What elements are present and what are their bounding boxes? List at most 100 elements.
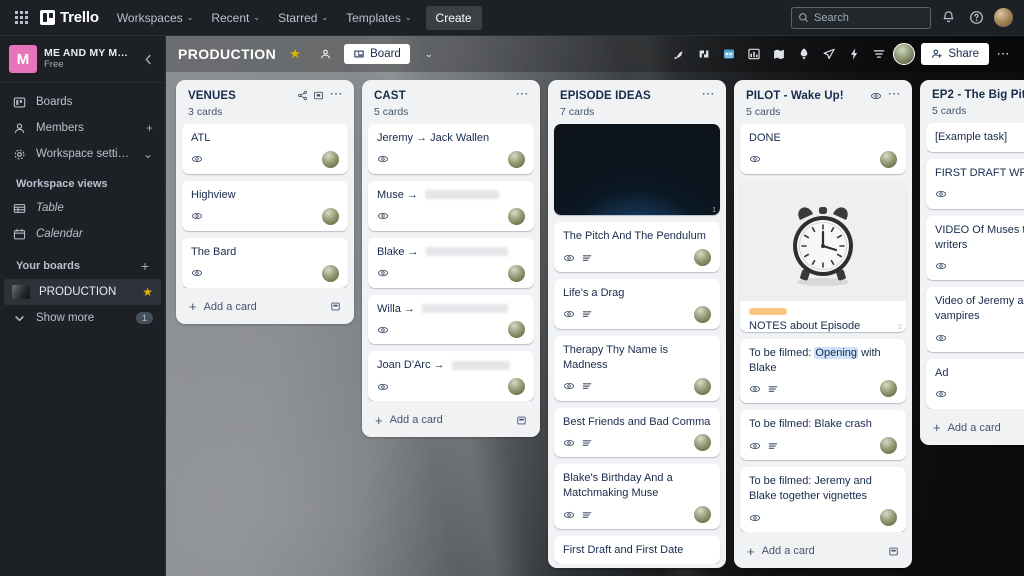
search-icon [799,13,808,22]
avatar[interactable] [508,321,525,339]
avatar[interactable] [880,380,897,398]
add-card-button[interactable]: + Add a card [924,415,1024,441]
nav-recent[interactable]: Recent ⌄ [203,6,268,30]
card[interactable]: Blake → [368,237,534,288]
butler-calendar-icon[interactable] [718,43,740,65]
board-view-selector[interactable]: Board [344,44,410,64]
help-circle-icon[interactable] [965,7,987,29]
list-menu-icon[interactable]: ⋯ [515,87,531,102]
card-template-icon[interactable] [516,415,527,426]
sidebar-view-table[interactable]: Table [4,195,161,221]
sidebar-item-members[interactable]: Members + [4,115,161,141]
sidebar-view-calendar[interactable]: Calendar [4,221,161,247]
card[interactable]: Best Friends and Bad Comma [554,407,720,458]
avatar[interactable] [322,207,339,225]
card-template-icon[interactable] [888,546,899,557]
workspace-header[interactable]: M ME AND MY MUSE Free [0,36,165,83]
star-filled-icon[interactable]: ★ [142,285,153,299]
card[interactable]: Video of Jeremy and the vampires [926,287,1024,353]
add-member-button[interactable]: + [146,121,153,135]
avatar[interactable] [322,264,339,282]
card[interactable]: Willa → [368,294,534,345]
card[interactable]: Life's a Drag [554,279,720,329]
board-thumbnail [12,285,30,299]
filter-icon[interactable] [868,43,890,65]
sidebar-nav: Boards Members + Workspace settings ⌄ Wo… [0,83,165,331]
card-template-icon[interactable] [330,301,341,312]
share-button[interactable]: Share [921,43,989,65]
avatar[interactable] [322,150,339,168]
map-icon[interactable] [768,43,790,65]
card[interactable]: Therapy Thy Name is Madness [554,335,720,401]
avatar[interactable] [694,377,711,395]
card[interactable]: Jeremy → Jack Wallen [368,124,534,174]
avatar[interactable] [508,378,525,396]
automation-icon[interactable] [668,43,690,65]
sidebar-item-boards[interactable]: Boards [4,89,161,115]
nav-starred[interactable]: Starred ⌄ [270,6,336,30]
card[interactable]: FIRST DRAFT WRITTEN [926,158,1024,209]
avatar[interactable] [508,150,525,168]
card[interactable]: The Bard [182,237,348,288]
board-member-avatar[interactable] [893,43,916,65]
card[interactable]: To be filmed: Opening with Blake [740,338,906,404]
avatar[interactable] [694,506,711,524]
card-label-orange[interactable] [749,307,787,315]
card[interactable]: Ad [926,359,1024,409]
avatar[interactable] [694,305,711,323]
eye-icon[interactable] [870,90,882,102]
card-notes-about-episode[interactable]: NOTES about Episode Jun 1, 2022 - Dec 2,… [740,180,906,332]
nav-templates[interactable]: Templates ⌄ [338,6,419,30]
card[interactable]: The Pitch And The Pendulum [554,222,720,273]
add-card-button[interactable]: + Add a card [180,294,350,320]
sidebar-board-production[interactable]: PRODUCTION ★ [4,279,161,305]
card[interactable]: Highview [182,180,348,231]
sidebar-item-workspace-settings[interactable]: Workspace settings ⌄ [4,141,161,167]
card[interactable]: ATL [182,124,348,174]
list-menu-icon[interactable]: ⋯ [329,87,345,102]
trello-logo[interactable]: Trello [36,9,107,26]
sidebar-collapse-button[interactable] [140,52,157,67]
grid-apps-icon[interactable] [8,5,34,31]
avatar[interactable] [880,150,897,168]
avatar[interactable] [508,264,525,282]
power-ups-icon[interactable] [693,43,715,65]
card[interactable]: To be filmed: Jeremy and Blake together … [740,467,906,532]
card[interactable]: [Example task] [926,123,1024,152]
card[interactable]: Blake's Birthday And a Matchmaking Muse [554,464,720,530]
list-menu-icon[interactable]: ⋯ [701,87,717,102]
card[interactable]: Muse → [368,180,534,231]
workspace-visible-icon[interactable] [314,43,336,65]
dashboard-icon[interactable] [743,43,765,65]
card[interactable]: VIDEO Of Muses talking to writers [926,215,1024,281]
avatar[interactable] [880,509,897,526]
search-input[interactable]: Search [791,6,931,29]
avatar[interactable] [694,249,711,267]
bell-icon[interactable] [937,7,959,29]
add-board-button[interactable]: + [141,258,149,274]
send-icon[interactable] [818,43,840,65]
sidebar-show-more[interactable]: Show more 1 [4,305,161,331]
more-horizontal-icon[interactable]: ⋯ [992,43,1014,65]
share-icon[interactable] [297,90,308,101]
add-card-button[interactable]: + Add a card [738,538,908,564]
list-menu-icon[interactable]: ⋯ [887,87,903,102]
star-filled-icon[interactable]: ★ [284,43,306,65]
card[interactable]: To be filmed: Blake crash [740,410,906,461]
avatar[interactable] [880,437,897,455]
add-card-button[interactable]: + Add a card [366,407,536,433]
card-backlog[interactable]: Backlog 1 [554,124,720,216]
card[interactable]: Joan D'Arc → [368,351,534,402]
chevron-down-icon[interactable]: ⌄ [143,147,153,161]
avatar[interactable] [508,207,525,225]
account-avatar[interactable] [993,7,1014,28]
nav-workspaces[interactable]: Workspaces ⌄ [109,6,202,30]
create-button[interactable]: Create [425,5,482,30]
card[interactable]: DONE [740,124,906,174]
board-view-caret[interactable]: ⌄ [418,43,440,65]
archive-icon[interactable] [313,90,324,101]
lightning-icon[interactable] [843,43,865,65]
rocket-icon[interactable] [793,43,815,65]
avatar[interactable] [694,434,711,452]
card[interactable]: First Draft and First Date [554,536,720,564]
